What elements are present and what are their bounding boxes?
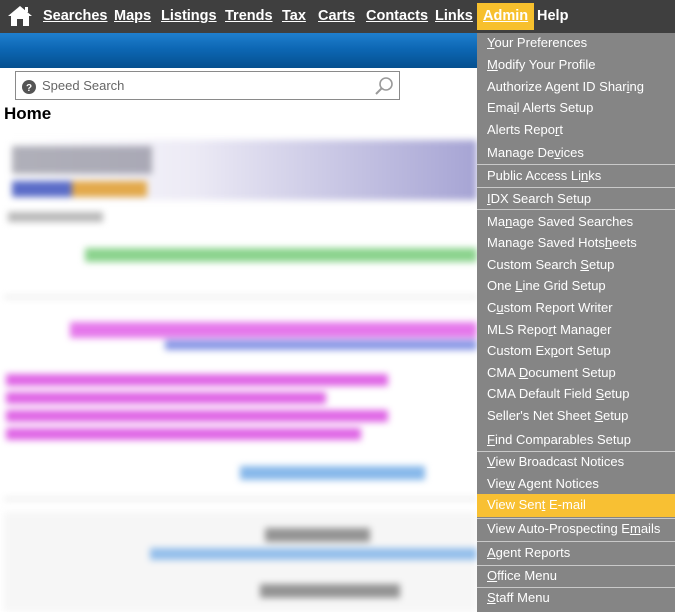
admin-menu-item-office-menu[interactable]: Office Menu <box>487 568 557 583</box>
nav-links[interactable]: Links <box>435 0 473 33</box>
admin-menu-item-find-comparables-setup[interactable]: Find Comparables Setup <box>487 432 631 447</box>
nav-listings[interactable]: Listings <box>161 0 217 33</box>
menu-separator <box>477 187 675 188</box>
admin-menu-item-custom-search-setup[interactable]: Custom Search Setup <box>487 257 614 272</box>
nav-help[interactable]: Help <box>537 0 568 33</box>
admin-menu-item-mls-report-manager[interactable]: MLS Report Manager <box>487 322 611 337</box>
menu-separator <box>477 565 675 566</box>
home-icon[interactable] <box>6 4 34 28</box>
admin-menu-item-manage-devices[interactable]: Manage Devices <box>487 145 584 160</box>
nav-contacts[interactable]: Contacts <box>366 0 428 33</box>
blurred-home-content <box>0 136 477 612</box>
nav-tax[interactable]: Tax <box>282 0 306 33</box>
admin-menu-item-view-sent-e-mail[interactable]: View Sent E-mail <box>487 497 586 512</box>
admin-menu-item-authorize-agent-id-sharing[interactable]: Authorize Agent ID Sharing <box>487 79 644 94</box>
admin-menu-item-public-access-links[interactable]: Public Access Links <box>487 168 601 183</box>
search-icon[interactable] <box>374 76 394 96</box>
admin-menu-item-view-auto-prospecting-emails[interactable]: View Auto-Prospecting Emails <box>487 521 660 536</box>
admin-menu-item-cma-default-field-setup[interactable]: CMA Default Field Setup <box>487 386 630 401</box>
admin-menu-item-seller-s-net-sheet-setup[interactable]: Seller's Net Sheet Setup <box>487 408 628 423</box>
admin-menu-item-custom-report-writer[interactable]: Custom Report Writer <box>487 300 613 315</box>
admin-menu-item-alerts-report[interactable]: Alerts Report <box>487 122 563 137</box>
header-banner <box>0 33 477 68</box>
admin-menu-item-modify-your-profile[interactable]: Modify Your Profile <box>487 57 596 72</box>
admin-menu-item-view-agent-notices[interactable]: View Agent Notices <box>487 476 599 491</box>
top-nav-bar: Searches Maps Listings Trends Tax Carts … <box>0 0 675 33</box>
admin-dropdown-menu: Your Preferences Modify Your Profile Autho… <box>477 33 675 612</box>
menu-separator <box>477 541 675 542</box>
admin-menu-item-cma-document-setup[interactable]: CMA Document Setup <box>487 365 616 380</box>
menu-separator <box>477 209 675 210</box>
admin-menu-item-manage-saved-hotsheets[interactable]: Manage Saved Hotsheets <box>487 235 637 250</box>
help-icon[interactable]: ? <box>22 79 36 94</box>
menu-separator <box>477 451 675 452</box>
page-title: Home <box>4 104 52 123</box>
menu-separator <box>477 587 675 588</box>
speed-search-input[interactable] <box>42 75 362 95</box>
nav-carts[interactable]: Carts <box>318 0 355 33</box>
nav-searches[interactable]: Searches <box>43 0 108 33</box>
admin-menu-item-custom-export-setup[interactable]: Custom Export Setup <box>487 343 611 358</box>
nav-trends[interactable]: Trends <box>225 0 273 33</box>
admin-menu-item-one-line-grid-setup[interactable]: One Line Grid Setup <box>487 278 606 293</box>
admin-menu-item-your-preferences[interactable]: Your Preferences <box>487 35 587 50</box>
admin-menu-item-idx-search-setup[interactable]: IDX Search Setup <box>487 191 591 206</box>
admin-menu-item-manage-saved-searches[interactable]: Manage Saved Searches <box>487 214 633 229</box>
admin-menu-item-view-broadcast-notices[interactable]: View Broadcast Notices <box>487 454 624 469</box>
admin-menu-item-email-alerts-setup[interactable]: Email Alerts Setup <box>487 100 593 115</box>
menu-separator <box>477 518 675 519</box>
nav-maps[interactable]: Maps <box>114 0 151 33</box>
nav-admin[interactable]: Admin <box>477 3 535 30</box>
admin-menu-item-agent-reports[interactable]: Agent Reports <box>487 545 570 560</box>
admin-menu-item-staff-menu[interactable]: Staff Menu <box>487 590 550 605</box>
speed-search-box: ? <box>15 71 400 100</box>
svg-text:?: ? <box>26 83 32 94</box>
menu-separator <box>477 164 675 165</box>
